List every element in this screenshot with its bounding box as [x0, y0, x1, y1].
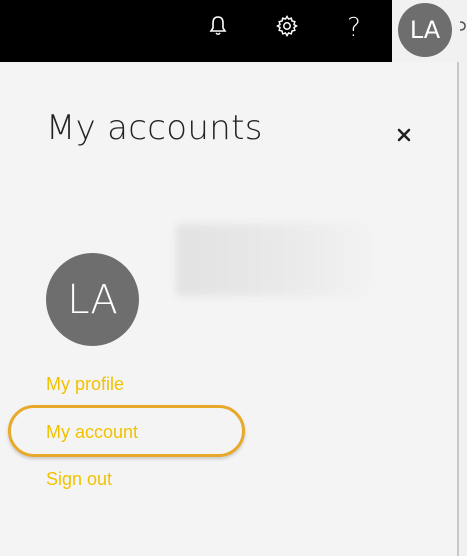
sign-out-link[interactable]: Sign out: [46, 469, 112, 490]
avatar: LA: [46, 253, 139, 346]
notifications-button[interactable]: [198, 8, 238, 48]
bell-icon: [208, 15, 228, 41]
truncated-edge-icon: [459, 16, 467, 31]
top-navigation-bar: ?: [0, 0, 392, 62]
my-profile-link[interactable]: My profile: [46, 374, 124, 395]
account-avatar-button[interactable]: LA: [398, 3, 452, 57]
panel-title: My accounts: [46, 108, 263, 148]
my-accounts-panel: My accounts LA My profile My account Sig…: [0, 62, 459, 556]
my-account-link[interactable]: My account: [46, 422, 138, 443]
gear-icon: [275, 14, 299, 42]
redacted-account-name: [176, 224, 381, 296]
close-icon: [397, 127, 411, 146]
help-button[interactable]: ?: [334, 8, 374, 48]
help-icon: ?: [347, 13, 361, 43]
close-button[interactable]: [392, 124, 416, 148]
settings-button[interactable]: [267, 8, 307, 48]
